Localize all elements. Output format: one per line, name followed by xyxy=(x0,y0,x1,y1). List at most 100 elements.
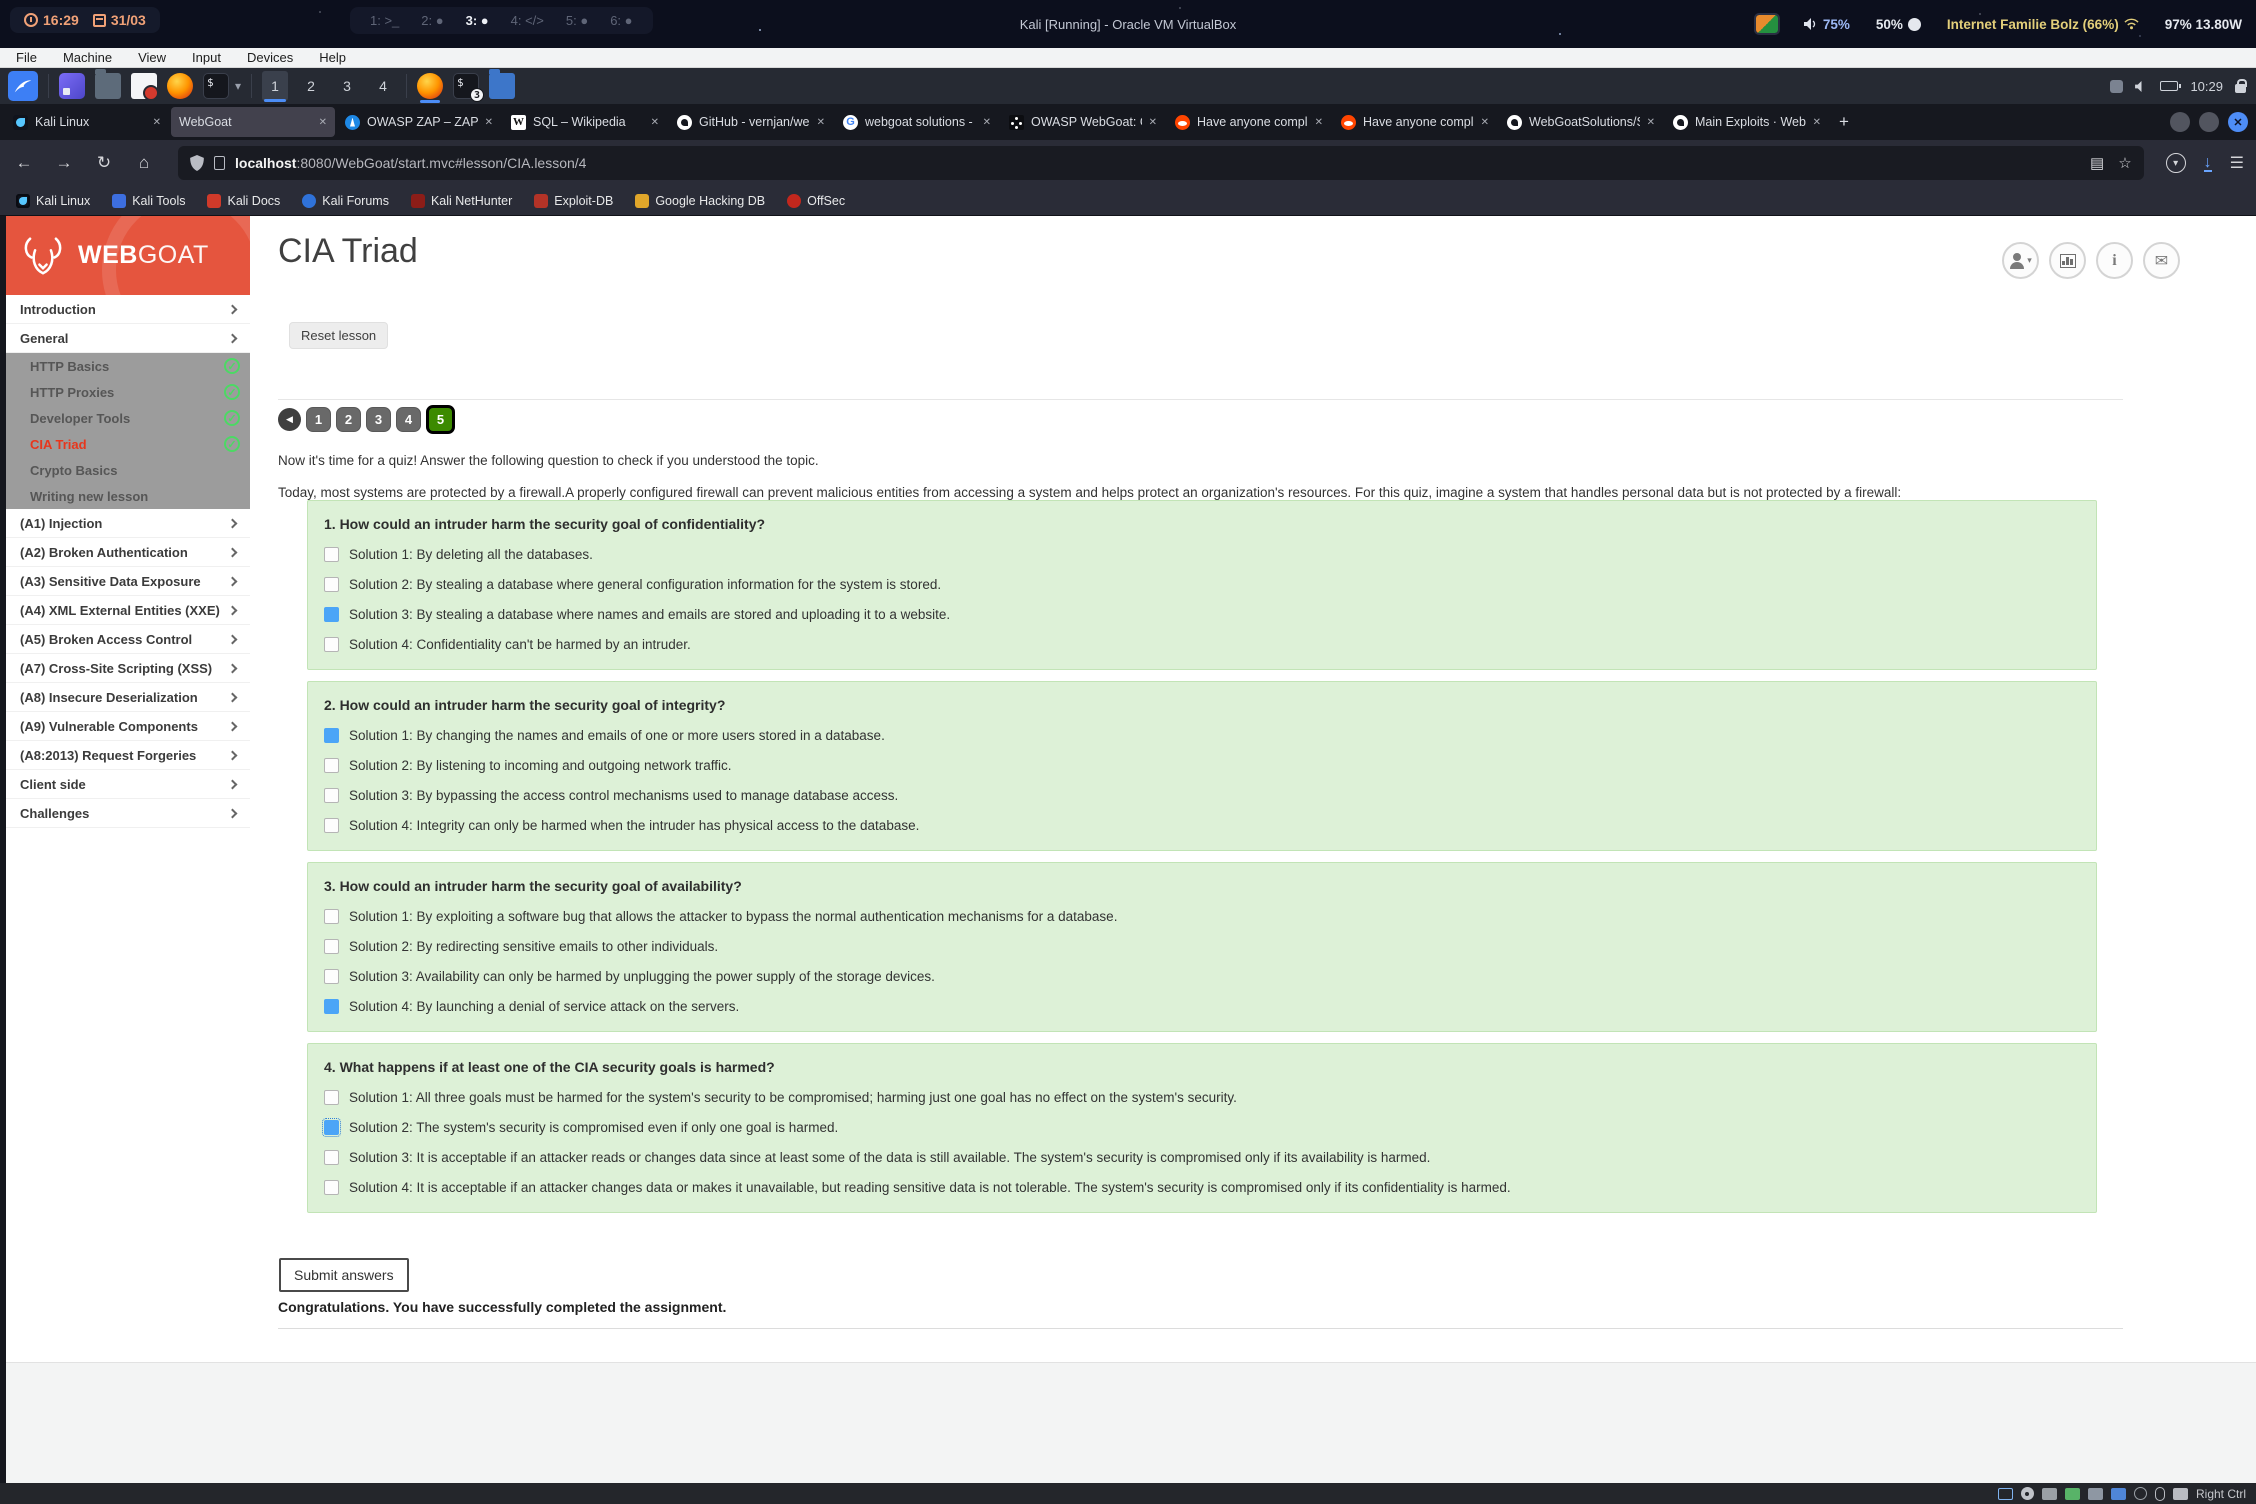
sidebar-item-challenges[interactable]: Challenges xyxy=(6,799,250,828)
checkbox[interactable] xyxy=(324,788,339,803)
about-button[interactable]: i xyxy=(2096,242,2133,279)
close-icon[interactable]: ✕ xyxy=(1481,117,1489,128)
tab-kali-linux[interactable]: Kali Linux✕ xyxy=(5,107,169,137)
host-network[interactable]: Internet Familie Bolz (66%) xyxy=(1947,17,2139,32)
answer-option[interactable]: Solution 2: By redirecting sensitive ema… xyxy=(324,939,2080,954)
host-workspace-switcher[interactable]: 1: >_ 2: ● 3: ● 4: </> 5: ● 6: ● xyxy=(350,7,653,34)
checkbox[interactable] xyxy=(324,1180,339,1195)
sidebar-item-http-proxies[interactable]: HTTP Proxies✓ xyxy=(6,379,250,405)
hard-disks-status-icon[interactable] xyxy=(2042,1488,2057,1500)
tray-volume-icon[interactable] xyxy=(2135,81,2148,92)
page-button-3[interactable]: 3 xyxy=(366,407,391,432)
network-status-icon[interactable] xyxy=(2065,1488,2080,1500)
host-workspace-6[interactable]: 6: ● xyxy=(610,13,632,28)
answer-option[interactable]: Solution 4: Confidentiality can't be har… xyxy=(324,637,2080,652)
close-icon[interactable]: ✕ xyxy=(1647,117,1655,128)
reader-mode-icon[interactable]: ▤ xyxy=(2090,154,2104,172)
webgoat-logo[interactable]: WEBGOAT xyxy=(6,216,250,295)
page-button-4[interactable]: 4 xyxy=(396,407,421,432)
recording-status-icon[interactable] xyxy=(2134,1487,2147,1500)
sidebar-item-a1-injection[interactable]: (A1) Injection xyxy=(6,509,250,538)
host-workspace-2[interactable]: 2: ● xyxy=(421,13,443,28)
answer-option[interactable]: Solution 3: Availability can only be har… xyxy=(324,969,2080,984)
page-info-icon[interactable] xyxy=(214,156,225,170)
answer-option[interactable]: Solution 3: By stealing a database where… xyxy=(324,607,2080,622)
lock-icon[interactable] xyxy=(2235,84,2246,93)
display-status-icon[interactable] xyxy=(1998,1488,2013,1500)
menu-input[interactable]: Input xyxy=(192,50,221,65)
minimize-button[interactable] xyxy=(2170,112,2190,132)
page-button-2[interactable]: 2 xyxy=(336,407,361,432)
workspace-button-4[interactable]: 4 xyxy=(370,71,396,101)
answer-option[interactable]: Solution 3: By bypassing the access cont… xyxy=(324,788,2080,803)
checkbox[interactable] xyxy=(324,728,339,743)
close-icon[interactable]: ✕ xyxy=(319,117,327,128)
checkbox[interactable] xyxy=(324,547,339,562)
checkbox[interactable] xyxy=(324,909,339,924)
tab-owasp-webgoat[interactable]: OWASP WebGoat: G✕ xyxy=(1001,107,1165,137)
host-power-draw[interactable]: 97% 13.80W xyxy=(2165,17,2242,32)
answer-option[interactable]: Solution 2: By stealing a database where… xyxy=(324,577,2080,592)
url-bar[interactable]: localhost:8080/WebGoat/start.mvc#lesson/… xyxy=(178,146,2144,180)
reload-button[interactable]: ↻ xyxy=(92,153,116,173)
workspace-button-2[interactable]: 2 xyxy=(298,71,324,101)
sidebar-item-a7-xss[interactable]: (A7) Cross-Site Scripting (XSS) xyxy=(6,654,250,683)
answer-option[interactable]: Solution 1: All three goals must be harm… xyxy=(324,1090,2080,1105)
terminal-launcher-icon[interactable]: $ xyxy=(203,73,229,99)
answer-option[interactable]: Solution 1: By deleting all the database… xyxy=(324,547,2080,562)
text-editor-icon[interactable] xyxy=(131,73,157,99)
bookmark-kali-tools[interactable]: Kali Tools xyxy=(112,194,185,208)
answer-option[interactable]: Solution 1: By changing the names and em… xyxy=(324,728,2080,743)
bookmark-star-icon[interactable]: ☆ xyxy=(2118,154,2131,172)
answer-option[interactable]: Solution 1: By exploiting a software bug… xyxy=(324,909,2080,924)
keyboard-status-icon[interactable] xyxy=(2173,1488,2188,1500)
menu-devices[interactable]: Devices xyxy=(247,50,293,65)
sidebar-item-crypto-basics[interactable]: Crypto Basics✓ xyxy=(6,457,250,483)
answer-option[interactable]: Solution 2: The system's security is com… xyxy=(324,1120,2080,1135)
file-manager-icon[interactable] xyxy=(95,73,121,99)
sidebar-item-client-side[interactable]: Client side xyxy=(6,770,250,799)
kali-menu-button[interactable] xyxy=(8,71,38,101)
close-icon[interactable]: ✕ xyxy=(983,117,991,128)
sidebar-item-writing-new-lesson[interactable]: Writing new lesson✓ xyxy=(6,483,250,509)
bookmark-kali-nethunter[interactable]: Kali NetHunter xyxy=(411,194,512,208)
downloads-icon[interactable]: ↓ xyxy=(2204,155,2212,172)
host-workspace-3[interactable]: 3: ● xyxy=(466,13,489,28)
checkbox[interactable] xyxy=(324,758,339,773)
bookmark-kali-forums[interactable]: Kali Forums xyxy=(302,194,389,208)
tab-owasp-zap[interactable]: OWASP ZAP – ZAP i✕ xyxy=(337,107,501,137)
sidebar-item-http-basics[interactable]: HTTP Basics✓ xyxy=(6,353,250,379)
checkbox[interactable] xyxy=(324,607,339,622)
bookmark-offsec[interactable]: OffSec xyxy=(787,194,845,208)
close-icon[interactable]: ✕ xyxy=(153,117,161,128)
bookmark-google-hacking-db[interactable]: Google Hacking DB xyxy=(635,194,765,208)
bookmark-kali-linux[interactable]: Kali Linux xyxy=(16,194,90,208)
reset-lesson-button[interactable]: Reset lesson xyxy=(289,322,388,349)
chevron-down-icon[interactable]: ▾ xyxy=(235,79,241,93)
bookmark-exploit-db[interactable]: Exploit-DB xyxy=(534,194,613,208)
tab-sql-wikipedia[interactable]: SQL – Wikipedia✕ xyxy=(503,107,667,137)
close-icon[interactable]: ✕ xyxy=(1149,117,1157,128)
answer-option[interactable]: Solution 4: By launching a denial of ser… xyxy=(324,999,2080,1014)
checkbox[interactable] xyxy=(324,1150,339,1165)
sidebar-item-a3-sensitive-data[interactable]: (A3) Sensitive Data Exposure xyxy=(6,567,250,596)
sidebar-item-general[interactable]: General xyxy=(6,324,250,353)
checkbox[interactable] xyxy=(324,818,339,833)
optical-drives-status-icon[interactable] xyxy=(2021,1487,2034,1500)
tray-battery-icon[interactable] xyxy=(2160,81,2178,91)
sidebar-item-a2-broken-authentication[interactable]: (A2) Broken Authentication xyxy=(6,538,250,567)
checkbox[interactable] xyxy=(324,999,339,1014)
new-tab-button[interactable]: + xyxy=(1830,108,1858,136)
tray-display-icon[interactable] xyxy=(2110,80,2123,93)
checkbox[interactable] xyxy=(324,637,339,652)
firefox-launcher-icon[interactable] xyxy=(167,73,193,99)
close-icon[interactable]: ✕ xyxy=(817,117,825,128)
user-menu-button[interactable]: ▾ xyxy=(2002,242,2039,279)
workspace-button-1[interactable]: 1 xyxy=(262,71,288,101)
host-workspace-5[interactable]: 5: ● xyxy=(566,13,588,28)
files-window-button[interactable] xyxy=(489,73,515,99)
workspace-button-3[interactable]: 3 xyxy=(334,71,360,101)
scoreboard-button[interactable] xyxy=(2049,242,2086,279)
answer-option[interactable]: Solution 3: It is acceptable if an attac… xyxy=(324,1150,2080,1165)
guest-clock[interactable]: 10:29 xyxy=(2190,79,2223,94)
